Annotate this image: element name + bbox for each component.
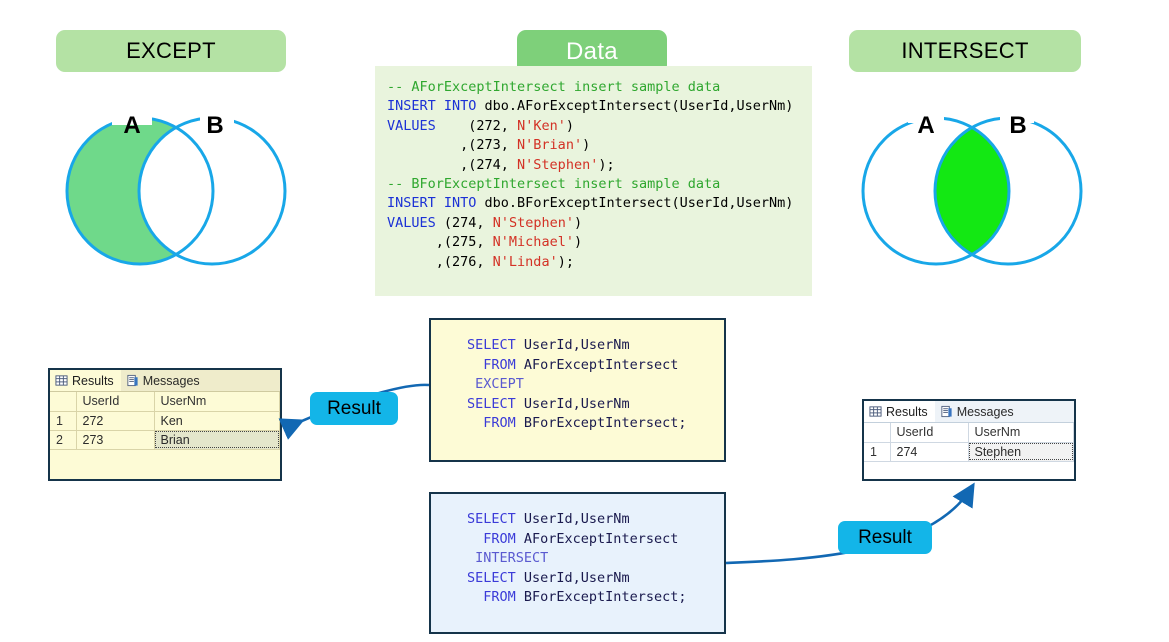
tab-messages-except-label: Messages (142, 373, 200, 388)
tab-results-except-label: Results (72, 373, 114, 388)
results-grid-intersect-body: UserId UserNm 1 274 Stephen (864, 423, 1074, 462)
column-header[interactable] (864, 423, 891, 443)
row-number[interactable]: 1 (864, 442, 891, 462)
venn-diagram-except: A B (52, 103, 312, 278)
column-header[interactable]: UserNm (154, 392, 280, 412)
column-header[interactable]: UserId (76, 392, 155, 412)
table-row[interactable]: 1 274 Stephen (864, 442, 1074, 462)
cell-userid[interactable]: 274 (890, 442, 969, 462)
cell-usernm[interactable]: Brian (154, 430, 280, 450)
results-grid-intersect: Results Messages UserId UserNm 1 274 Stephen (862, 399, 1076, 481)
tab-results-except[interactable]: Results (50, 370, 121, 391)
tab-messages-intersect-label: Messages (956, 404, 1014, 419)
results-grid-intersect-table: UserId UserNm 1 274 Stephen (864, 423, 1074, 462)
report-icon (127, 374, 138, 387)
sample-data-code-panel: -- AForExceptIntersect insert sample dat… (375, 66, 812, 296)
section-title-except: EXCEPT (56, 30, 286, 72)
results-grid-intersect-tabs: Results Messages (864, 401, 1074, 423)
results-grid-except-tabs: Results Messages (50, 370, 280, 392)
result-label-except: Result (310, 392, 398, 425)
cell-userid[interactable]: 273 (76, 430, 155, 450)
sql-query-intersect-code: SELECT UserId,UserNm FROM AForExceptInte… (467, 511, 687, 606)
column-header[interactable]: UserNm (968, 423, 1074, 443)
sql-query-except: SELECT UserId,UserNm FROM AForExceptInte… (429, 318, 726, 462)
report-icon (941, 405, 952, 418)
cell-usernm[interactable]: Ken (154, 411, 280, 431)
table-header-row: UserId UserNm (864, 423, 1074, 443)
results-grid-except-table: UserId UserNm 1 272 Ken 2 273 Brian (50, 392, 280, 450)
table-header-row: UserId UserNm (50, 392, 280, 412)
table-row[interactable]: 1 272 Ken (50, 411, 280, 431)
venn-intersect-label-b: B (1009, 112, 1026, 139)
row-number[interactable]: 2 (50, 430, 77, 450)
tab-messages-intersect[interactable]: Messages (935, 401, 1021, 422)
venn-intersect-label-a: A (917, 112, 934, 139)
results-grid-except: Results Messages UserId UserNm 1 272 Ken 2 273… (48, 368, 282, 481)
sql-query-intersect: SELECT UserId,UserNm FROM AForExceptInte… (429, 492, 726, 634)
sample-data-code: -- AForExceptIntersect insert sample dat… (387, 79, 794, 270)
row-number[interactable]: 1 (50, 411, 77, 431)
tab-messages-except[interactable]: Messages (121, 370, 207, 391)
table-row[interactable]: 2 273 Brian (50, 430, 280, 450)
section-title-intersect: INTERSECT (849, 30, 1081, 72)
grid-icon (869, 406, 882, 417)
tab-results-intersect[interactable]: Results (864, 401, 935, 422)
tab-results-intersect-label: Results (886, 404, 928, 419)
cell-userid[interactable]: 272 (76, 411, 155, 431)
grid-icon (55, 375, 68, 386)
results-grid-except-body: UserId UserNm 1 272 Ken 2 273 Brian (50, 392, 280, 450)
venn-except-label-b: B (206, 112, 223, 139)
venn-diagram-intersect: A B (861, 111, 1083, 266)
column-header[interactable] (50, 392, 77, 412)
venn-except-label-a: A (123, 112, 140, 139)
result-label-intersect: Result (838, 521, 932, 554)
cell-usernm[interactable]: Stephen (968, 442, 1074, 462)
column-header[interactable]: UserId (890, 423, 969, 443)
sql-query-except-code: SELECT UserId,UserNm FROM AForExceptInte… (467, 337, 687, 432)
